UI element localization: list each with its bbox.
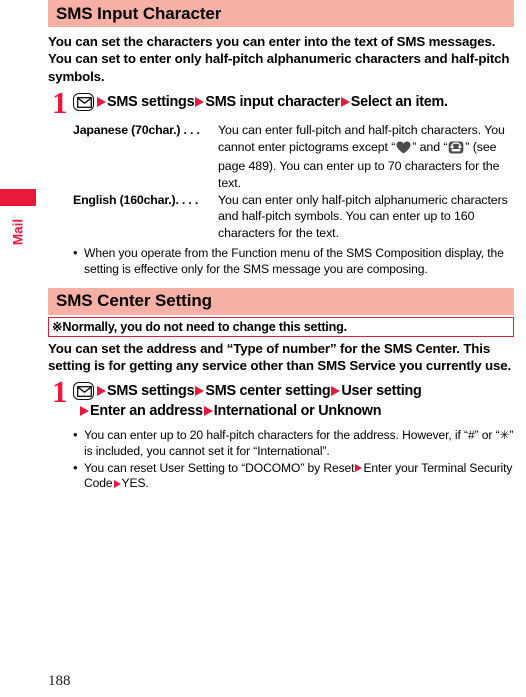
step-block-1-sms-input: 1 SMS settings SMS input character Selec… bbox=[48, 85, 514, 121]
step-action-sms-input-character: SMS input character bbox=[205, 94, 340, 111]
section-heading-sms-input-character: SMS Input Character bbox=[48, 0, 514, 27]
step-action-select-an-item: Select an item. bbox=[350, 94, 448, 111]
section-heading-sms-center-setting: SMS Center Setting bbox=[48, 287, 514, 315]
arrow-right-icon bbox=[195, 97, 205, 108]
definition-desc-japanese-mid: ” and “ bbox=[412, 139, 448, 154]
definition-row-japanese: Japanese (70char.) . . . You can enter f… bbox=[73, 122, 514, 191]
arrow-right-icon bbox=[331, 386, 341, 397]
step-number: 1 bbox=[52, 374, 68, 410]
step-number: 1 bbox=[52, 85, 68, 121]
definition-list-input-character: Japanese (70char.) . . . You can enter f… bbox=[48, 122, 514, 241]
arrow-right-icon bbox=[203, 406, 213, 417]
sidebar-tab-label-wrap: Mail bbox=[0, 211, 36, 253]
arrow-right-icon bbox=[80, 406, 89, 417]
step-action-sms-center-setting: SMS center setting bbox=[205, 383, 331, 400]
sidebar-tab-label: Mail bbox=[10, 218, 26, 246]
arrow-right-icon bbox=[113, 479, 121, 488]
section-intro-sms-input-character: You can set the characters you can enter… bbox=[48, 34, 510, 84]
arrow-right-icon bbox=[195, 386, 205, 397]
note-box-normally: ※Normally, you do not need to change thi… bbox=[48, 316, 514, 337]
page-content: SMS Input Character You can set the char… bbox=[48, 0, 514, 492]
step-action-user-setting: User setting bbox=[341, 383, 422, 400]
section-intro-sms-center-setting: You can set the address and “Type of num… bbox=[48, 340, 511, 373]
arrow-right-icon bbox=[97, 97, 106, 108]
step-action-sms-settings: SMS settings bbox=[107, 94, 195, 111]
telephone-pictogram bbox=[448, 141, 464, 159]
bullet-segment-1: You can reset User Setting to “DOCOMO” b… bbox=[84, 460, 355, 475]
step-action-sms-settings: SMS settings bbox=[107, 383, 195, 400]
step-body: SMS settings SMS input character Select … bbox=[48, 92, 514, 112]
step-action-enter-an-address: Enter an address bbox=[90, 403, 203, 420]
bullet-item: When you operate from the Function menu … bbox=[73, 245, 514, 277]
step-body: SMS settings SMS center setting User set… bbox=[48, 381, 514, 421]
arrow-right-icon bbox=[97, 386, 106, 397]
definition-row-english: English (160char.). . . . You can enter … bbox=[73, 192, 514, 242]
arrow-right-icon bbox=[355, 464, 363, 473]
definition-desc-japanese: You can enter full-pitch and half-pitch … bbox=[218, 122, 514, 191]
bullet-item: You can enter up to 20 half-pitch charac… bbox=[73, 427, 514, 459]
heart-pictogram bbox=[396, 141, 411, 159]
step-line-1: SMS settings SMS center setting User set… bbox=[73, 381, 514, 401]
mail-key-icon bbox=[73, 93, 94, 112]
sidebar-tab-mail: Mail bbox=[0, 189, 36, 253]
note-box-text: ※Normally, you do not need to change thi… bbox=[52, 320, 347, 335]
step-line-1: SMS settings SMS input character Select … bbox=[73, 92, 514, 112]
arrow-right-icon bbox=[340, 97, 350, 108]
definition-term-japanese: Japanese (70char.) . . . bbox=[73, 123, 200, 138]
bullet-list-input-character: When you operate from the Function menu … bbox=[48, 245, 514, 277]
step-line-2: Enter an address International or Unknow… bbox=[73, 401, 514, 421]
definition-term-english: English (160char.). . . . bbox=[73, 192, 199, 207]
page-number: 188 bbox=[48, 673, 71, 689]
mail-key-icon bbox=[73, 382, 94, 401]
sidebar-tab-color-block bbox=[0, 189, 36, 206]
step-action-international-or-unknown: International or Unknown bbox=[213, 403, 382, 420]
bullet-list-sms-center: You can enter up to 20 half-pitch charac… bbox=[48, 427, 514, 492]
bullet-item: You can reset User Setting to “DOCOMO” b… bbox=[73, 460, 514, 492]
bullet-segment-3: YES. bbox=[121, 476, 149, 491]
step-block-1-sms-center: 1 SMS settings SMS center setting User s… bbox=[48, 374, 514, 421]
definition-desc-english: You can enter only half-pitch alphanumer… bbox=[218, 192, 508, 240]
